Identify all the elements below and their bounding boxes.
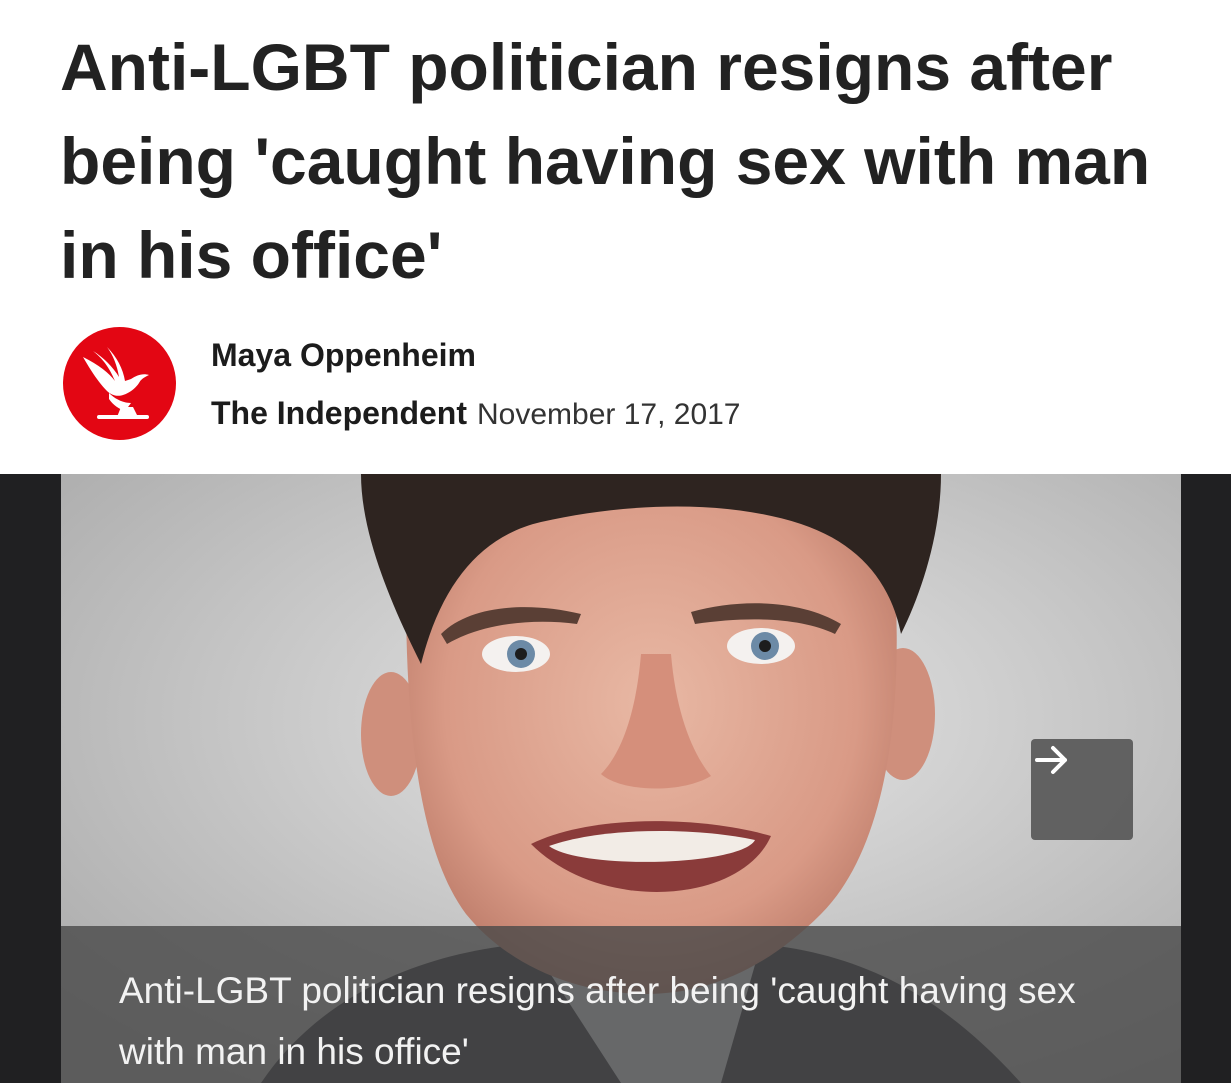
photo-caption: Anti-LGBT politician resigns after being… xyxy=(119,970,1076,1072)
publish-date: November 17, 2017 xyxy=(477,398,741,431)
publisher-name[interactable]: The Independent xyxy=(211,395,467,431)
eagle-icon xyxy=(83,347,149,419)
byline: Maya Oppenheim The Independent November 1… xyxy=(63,327,963,441)
publisher-logo[interactable] xyxy=(63,327,176,440)
article-headline: Anti-LGBT politician resigns after being… xyxy=(60,30,1151,292)
arrow-right-icon xyxy=(1035,746,1067,774)
author-name[interactable]: Maya Oppenheim xyxy=(211,337,476,374)
publisher-row: The Independent November 17, 2017 xyxy=(211,395,741,432)
article-photo[interactable]: Anti-LGBT politician resigns after being… xyxy=(61,474,1181,1083)
media-gallery: Anti-LGBT politician resigns after being… xyxy=(0,474,1231,1083)
next-button[interactable] xyxy=(1031,739,1133,840)
caption-bar: Anti-LGBT politician resigns after being… xyxy=(61,926,1181,1083)
